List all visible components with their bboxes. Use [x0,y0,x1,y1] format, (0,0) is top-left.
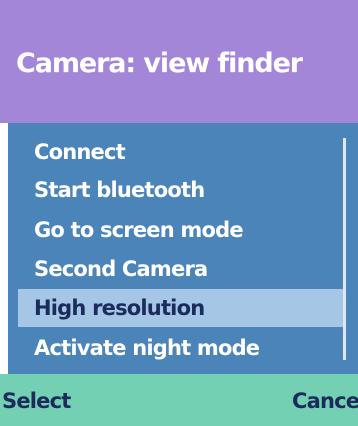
menu-item-second-camera[interactable]: Second Camera [18,250,343,288]
menu-item-label: Start bluetooth [34,178,205,202]
menu-item-label: High resolution [34,296,205,320]
phone-screen: Camera: view finder Connect Start blueto… [0,0,358,426]
menu-scrollbar[interactable] [343,138,346,360]
title-bar: Camera: view finder [0,0,358,123]
menu-item-label: Connect [34,140,126,164]
menu-item-start-bluetooth[interactable]: Start bluetooth [18,171,343,209]
menu-item-high-resolution[interactable]: High resolution [18,289,343,327]
menu-item-go-to-screen-mode[interactable]: Go to screen mode [18,211,343,249]
menu-item-label: Second Camera [34,257,208,281]
select-softkey[interactable]: Select [2,389,71,413]
cancel-softkey[interactable]: Cancel [292,389,358,413]
window-title: Camera: view finder [16,48,303,79]
menu-item-label: Go to screen mode [34,218,244,242]
softkey-bar: Select Cancel [0,374,358,426]
menu-item-connect[interactable]: Connect [18,133,343,171]
menu-item-activate-night-mode[interactable]: Activate night mode [18,329,343,367]
options-menu: Connect Start bluetooth Go to screen mod… [8,123,358,374]
menu-item-label: Activate night mode [34,336,260,360]
